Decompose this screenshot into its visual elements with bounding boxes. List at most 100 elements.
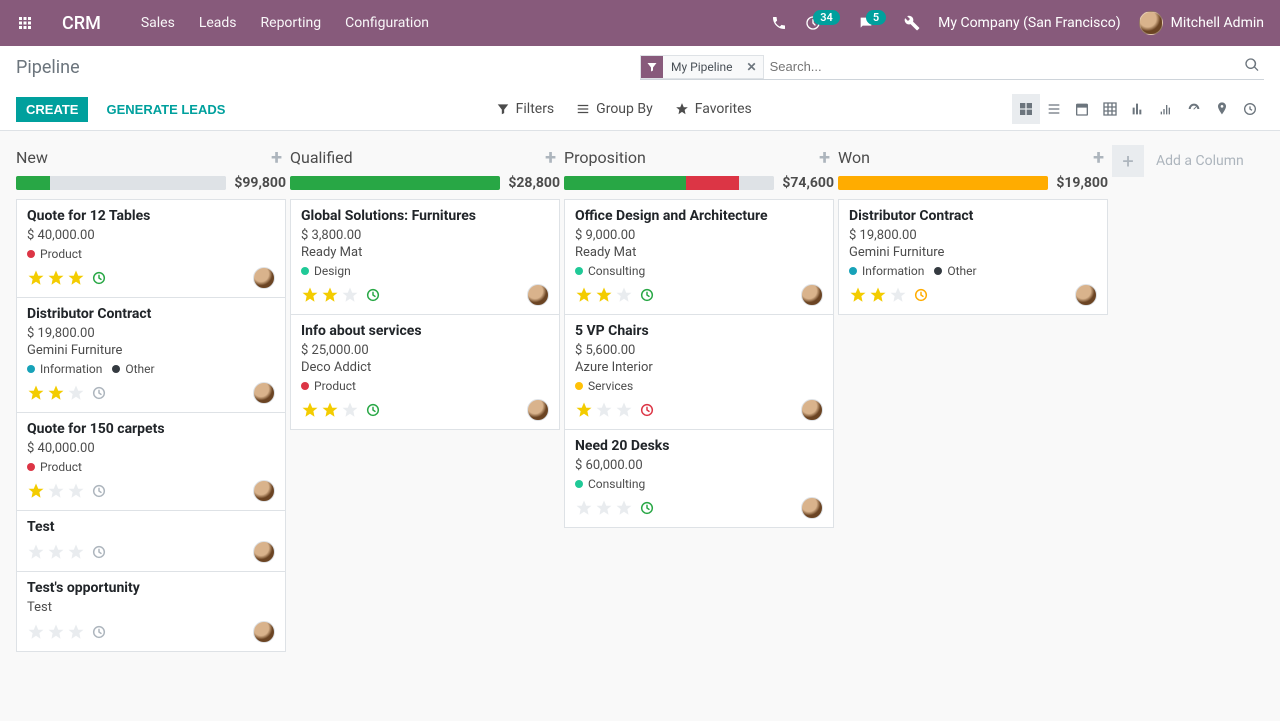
salesperson-avatar-icon[interactable] <box>253 267 275 289</box>
add-column-label[interactable]: Add a Column <box>1156 153 1244 169</box>
column-title[interactable]: Proposition <box>564 148 646 167</box>
nav-link[interactable]: Configuration <box>345 15 429 31</box>
column-title[interactable]: New <box>16 148 48 167</box>
salesperson-avatar-icon[interactable] <box>527 399 549 421</box>
progress-segment[interactable] <box>564 176 686 190</box>
kanban-card[interactable]: Info about services $ 25,000.00 Deco Add… <box>290 314 560 430</box>
priority-star-icon[interactable] <box>321 401 339 419</box>
progress-segment[interactable] <box>686 176 739 190</box>
apps-menu-icon[interactable] <box>16 14 34 32</box>
salesperson-avatar-icon[interactable] <box>527 284 549 306</box>
activity-clock-icon[interactable] <box>639 287 655 303</box>
view-kanban-icon[interactable] <box>1012 94 1040 124</box>
priority-star-icon[interactable] <box>27 384 45 402</box>
card-tag[interactable]: Other <box>112 362 154 376</box>
card-tag[interactable]: Product <box>27 460 82 474</box>
progress-segment[interactable] <box>16 176 50 190</box>
priority-star-icon[interactable] <box>869 286 887 304</box>
kanban-card[interactable]: Test <box>16 510 286 572</box>
priority-star-icon[interactable] <box>67 269 85 287</box>
nav-link[interactable]: Leads <box>199 15 237 31</box>
view-list-icon[interactable] <box>1040 94 1068 124</box>
salesperson-avatar-icon[interactable] <box>253 541 275 563</box>
priority-star-icon[interactable] <box>47 269 65 287</box>
facet-remove-icon[interactable]: ✕ <box>741 60 763 74</box>
search-icon[interactable] <box>1240 57 1264 77</box>
priority-star-icon[interactable] <box>301 286 319 304</box>
activity-clock-icon[interactable] <box>913 287 929 303</box>
priority-star-icon[interactable] <box>889 286 907 304</box>
progress-segment[interactable] <box>50 176 227 190</box>
add-column[interactable]: + Add a Column <box>1112 143 1280 177</box>
column-title[interactable]: Won <box>838 148 870 167</box>
priority-star-icon[interactable] <box>27 543 45 561</box>
priority-star-icon[interactable] <box>27 482 45 500</box>
kanban-card[interactable]: Quote for 12 Tables $ 40,000.00 Product <box>16 199 286 298</box>
app-brand[interactable]: CRM <box>62 13 101 34</box>
card-tag[interactable]: Product <box>27 247 82 261</box>
view-cohort-icon[interactable] <box>1152 94 1180 124</box>
search-facet[interactable]: My Pipeline ✕ <box>640 55 764 79</box>
progress-segment[interactable] <box>290 176 500 190</box>
salesperson-avatar-icon[interactable] <box>801 399 823 421</box>
priority-star-icon[interactable] <box>47 482 65 500</box>
card-tag[interactable]: Design <box>301 264 351 278</box>
priority-star-icon[interactable] <box>575 401 593 419</box>
view-graph-icon[interactable] <box>1124 94 1152 124</box>
activity-clock-icon[interactable] <box>91 270 107 286</box>
priority-star-icon[interactable] <box>47 623 65 641</box>
groupby-dropdown[interactable]: Group By <box>576 101 653 117</box>
view-calendar-icon[interactable] <box>1068 94 1096 124</box>
user-menu[interactable]: Mitchell Admin <box>1139 11 1264 35</box>
view-pivot-icon[interactable] <box>1096 94 1124 124</box>
company-switcher[interactable]: My Company (San Francisco) <box>938 15 1120 31</box>
activity-clock-icon[interactable] <box>365 402 381 418</box>
kanban-card[interactable]: 5 VP Chairs $ 5,600.00 Azure Interior Se… <box>564 314 834 430</box>
view-map-icon[interactable] <box>1208 94 1236 124</box>
activities-icon[interactable]: 34 <box>805 15 840 31</box>
priority-star-icon[interactable] <box>595 401 613 419</box>
priority-star-icon[interactable] <box>67 543 85 561</box>
nav-link[interactable]: Sales <box>141 15 175 31</box>
kanban-card[interactable]: Need 20 Desks $ 60,000.00 Consulting <box>564 429 834 528</box>
salesperson-avatar-icon[interactable] <box>253 480 275 502</box>
favorites-dropdown[interactable]: Favorites <box>675 101 752 117</box>
priority-star-icon[interactable] <box>595 499 613 517</box>
activity-clock-icon[interactable] <box>91 624 107 640</box>
quick-create-icon[interactable]: + <box>271 147 282 167</box>
quick-create-icon[interactable]: + <box>1093 147 1104 167</box>
card-tag[interactable]: Information <box>849 264 924 278</box>
salesperson-avatar-icon[interactable] <box>801 497 823 519</box>
kanban-card[interactable]: Distributor Contract $ 19,800.00 Gemini … <box>838 199 1108 315</box>
progress-segment[interactable] <box>838 176 1048 190</box>
column-title[interactable]: Qualified <box>290 148 353 167</box>
priority-star-icon[interactable] <box>575 286 593 304</box>
priority-star-icon[interactable] <box>595 286 613 304</box>
priority-star-icon[interactable] <box>47 543 65 561</box>
card-tag[interactable]: Product <box>301 379 356 393</box>
salesperson-avatar-icon[interactable] <box>1075 284 1097 306</box>
activity-clock-icon[interactable] <box>91 544 107 560</box>
card-tag[interactable]: Consulting <box>575 264 645 278</box>
search-bar[interactable]: My Pipeline ✕ <box>640 55 1264 80</box>
salesperson-avatar-icon[interactable] <box>801 284 823 306</box>
salesperson-avatar-icon[interactable] <box>253 621 275 643</box>
kanban-card[interactable]: Global Solutions: Furnitures $ 3,800.00 … <box>290 199 560 315</box>
create-button[interactable]: CREATE <box>16 97 88 122</box>
kanban-card[interactable]: Test's opportunity Test <box>16 571 286 652</box>
activity-clock-icon[interactable] <box>91 385 107 401</box>
activity-clock-icon[interactable] <box>639 402 655 418</box>
phone-icon[interactable] <box>771 15 787 31</box>
priority-star-icon[interactable] <box>321 286 339 304</box>
priority-star-icon[interactable] <box>301 401 319 419</box>
activity-clock-icon[interactable] <box>91 483 107 499</box>
view-dashboard-icon[interactable] <box>1180 94 1208 124</box>
add-column-icon[interactable]: + <box>1112 145 1144 177</box>
card-tag[interactable]: Information <box>27 362 102 376</box>
priority-star-icon[interactable] <box>615 401 633 419</box>
priority-star-icon[interactable] <box>67 384 85 402</box>
priority-star-icon[interactable] <box>849 286 867 304</box>
card-tag[interactable]: Consulting <box>575 477 645 491</box>
priority-star-icon[interactable] <box>27 623 45 641</box>
priority-star-icon[interactable] <box>67 482 85 500</box>
